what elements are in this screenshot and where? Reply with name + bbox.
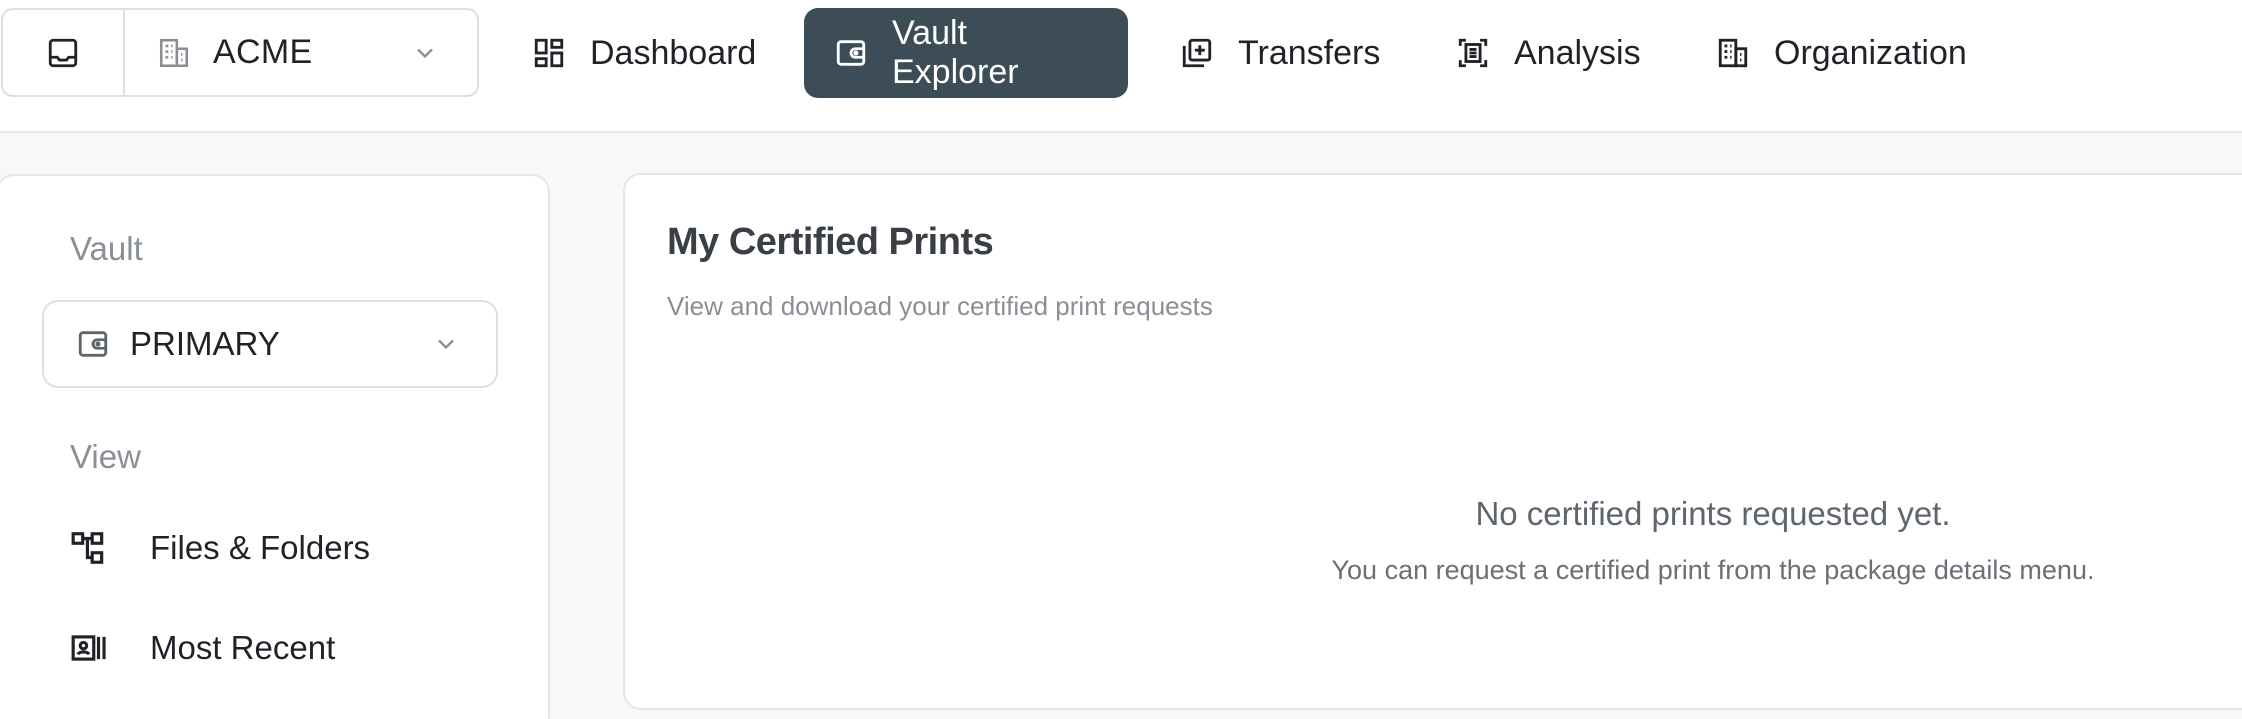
workspace-switcher: ACME [1, 8, 479, 97]
empty-state-title: No certified prints requested yet. [1475, 495, 1951, 532]
nav-label: Organization [1774, 33, 1967, 72]
inbox-button[interactable] [3, 10, 125, 95]
sidebar-item-files-folders[interactable]: Files & Folders [70, 518, 370, 578]
page-subtitle: View and download your certified print r… [667, 291, 1213, 321]
chevron-down-icon [432, 330, 460, 358]
certified-prints-panel: My Certified Prints View and download yo… [623, 173, 2242, 710]
top-navigation-bar: ACME Dashboard Vault Explorer Transfers … [0, 0, 2242, 133]
nav-dashboard[interactable]: Dashboard [532, 8, 756, 98]
nav-label: Vault Explorer [892, 14, 1019, 91]
chevron-down-icon [411, 39, 439, 67]
empty-state-subtitle: You can request a certified print from t… [1331, 555, 2095, 585]
nav-transfers[interactable]: Transfers [1180, 8, 1380, 98]
nav-organization[interactable]: Organization [1716, 8, 1967, 98]
building-icon [157, 36, 191, 70]
recent-icon [70, 629, 108, 667]
analysis-icon [1456, 36, 1490, 70]
nav-label: Transfers [1238, 33, 1381, 72]
view-heading: View [70, 438, 141, 475]
building-icon [1716, 36, 1750, 70]
organization-select[interactable]: ACME [125, 10, 477, 95]
transfers-icon [1180, 36, 1214, 70]
nav-label: Analysis [1514, 33, 1641, 72]
sidebar-item-label: Files & Folders [150, 529, 371, 566]
inbox-icon [46, 36, 80, 70]
sidebar-item-label: Most Recent [150, 629, 336, 666]
vault-icon [76, 327, 110, 361]
vault-icon [834, 36, 868, 70]
dashboard-icon [532, 36, 566, 70]
nav-vault-explorer[interactable]: Vault Explorer [804, 8, 1128, 98]
vault-select[interactable]: PRIMARY [42, 300, 498, 388]
page-title: My Certified Prints [667, 221, 994, 263]
organization-name: ACME [213, 33, 313, 71]
vault-heading: Vault [70, 230, 143, 267]
tree-icon [70, 529, 108, 567]
vault-select-value: PRIMARY [130, 325, 280, 362]
nav-label: Dashboard [590, 33, 757, 72]
sidebar-item-most-recent[interactable]: Most Recent [70, 618, 335, 678]
sidebar: Vault PRIMARY View Files & Folders Most … [0, 174, 550, 719]
nav-analysis[interactable]: Analysis [1456, 8, 1641, 98]
